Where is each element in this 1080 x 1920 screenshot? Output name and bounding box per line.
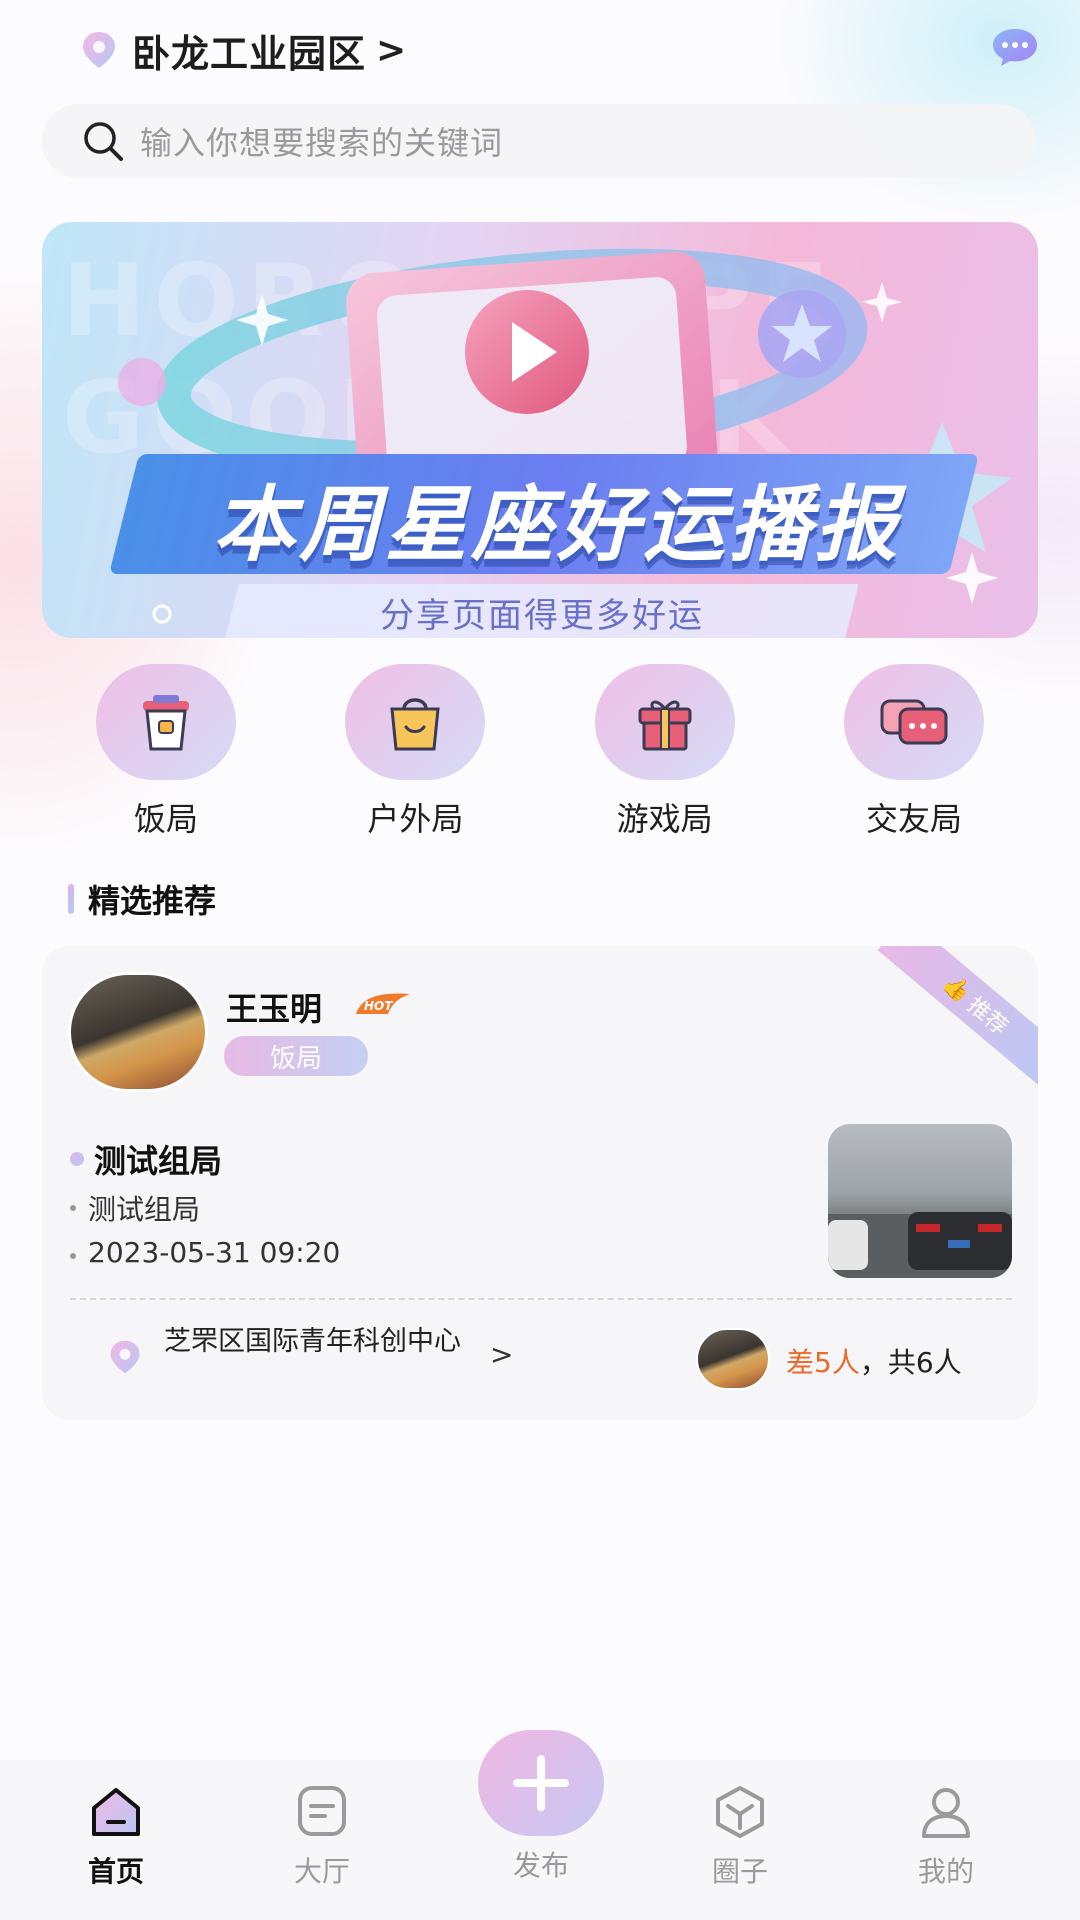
location-pin-icon (106, 1338, 144, 1376)
nav-circle-label: 圈子 (711, 1855, 768, 1888)
section-title: 精选推荐 (88, 882, 217, 920)
category-tag: 饭局 (224, 1036, 368, 1076)
message-icon[interactable] (990, 26, 1040, 68)
activity-description: 测试组局 (88, 1193, 201, 1226)
home-icon (92, 1788, 140, 1836)
plus-icon (513, 1755, 569, 1811)
promo-banner[interactable]: HOROSCOPE GOOD LUCK 本周星座好运播报 分享页面得更多好运 (42, 222, 1038, 638)
nav-mine-label: 我的 (917, 1855, 974, 1888)
category-outdoor[interactable]: 户外局 (315, 664, 515, 840)
header: 卧龙工业园区 > (78, 22, 1040, 78)
nav-home[interactable]: 首页 (56, 1784, 176, 1890)
chevron-right-icon[interactable]: > (490, 1338, 513, 1371)
shopping-bag-icon (345, 664, 486, 780)
user-icon (922, 1788, 970, 1838)
category-label: 饭局 (133, 800, 198, 838)
category-label: 游戏局 (616, 800, 713, 838)
category-game[interactable]: 游戏局 (565, 664, 765, 840)
cube-icon (716, 1786, 764, 1838)
nav-mine[interactable]: 我的 (886, 1784, 1006, 1890)
activity-title: 测试组局 (94, 1142, 223, 1180)
search-input[interactable]: 输入你想要搜索的关键词 (42, 104, 1036, 178)
location-pin-icon (78, 29, 120, 71)
thumbs-up-icon: 👍 (938, 969, 976, 1007)
category-label: 交友局 (865, 800, 962, 838)
location-title[interactable]: 卧龙工业园区 (132, 23, 366, 78)
banner-heading: 本周星座好运播报 (213, 478, 901, 573)
people-count: 差5人，共6人 (786, 1341, 962, 1381)
bullet (70, 1205, 76, 1211)
chevron-right-icon[interactable]: > (376, 30, 406, 71)
nav-hall[interactable]: 大厅 (262, 1784, 382, 1890)
banner-subtitle: 分享页面得更多好运 (380, 596, 704, 636)
publish-label[interactable]: 发布 (480, 1844, 602, 1884)
title-dot (70, 1152, 84, 1166)
activity-datetime: 2023-05-31 09:20 (88, 1236, 341, 1269)
bullet (70, 1253, 76, 1259)
search-placeholder: 输入你想要搜索的关键词 (140, 124, 504, 162)
gift-box-icon (594, 664, 735, 780)
hot-badge-text: HOT (364, 999, 393, 1013)
activity-photo[interactable] (828, 1124, 1012, 1278)
search-icon (80, 118, 126, 164)
category-food[interactable]: 饭局 (66, 664, 266, 840)
category-social[interactable]: 交友局 (814, 664, 1014, 840)
nav-circle[interactable]: 圈子 (680, 1784, 800, 1890)
publish-button[interactable] (478, 1730, 604, 1836)
hot-badge-icon: HOT (356, 993, 410, 1014)
participant-avatar (696, 1328, 770, 1390)
event-address[interactable]: 芝罘区国际青年科创中心 (164, 1326, 494, 1357)
hall-icon (298, 1786, 346, 1836)
nav-hall-label: 大厅 (293, 1855, 350, 1888)
ribbon-label: 推荐 (962, 992, 1013, 1041)
avatar[interactable] (68, 972, 208, 1092)
section-accent-bar (68, 884, 74, 914)
nav-home-label: 首页 (87, 1855, 144, 1888)
people-total: ，共6人 (859, 1346, 962, 1379)
dashed-divider (70, 1298, 1012, 1300)
category-row: 饭局 户外局 游戏局 交友局 (42, 664, 1038, 840)
food-box-icon (96, 664, 236, 780)
section-header: 精选推荐 (68, 876, 216, 922)
chat-bubbles-icon (843, 664, 984, 780)
event-card[interactable]: 👍 推荐 王玉明 HOT 饭局 测试组局 测试组局 2023-05-31 09:… (42, 946, 1038, 1420)
category-label: 户外局 (367, 800, 464, 838)
recommend-ribbon: 👍 推荐 (877, 946, 1038, 1092)
people-missing: 差5人 (786, 1346, 860, 1379)
username: 王玉明 (226, 990, 323, 1028)
